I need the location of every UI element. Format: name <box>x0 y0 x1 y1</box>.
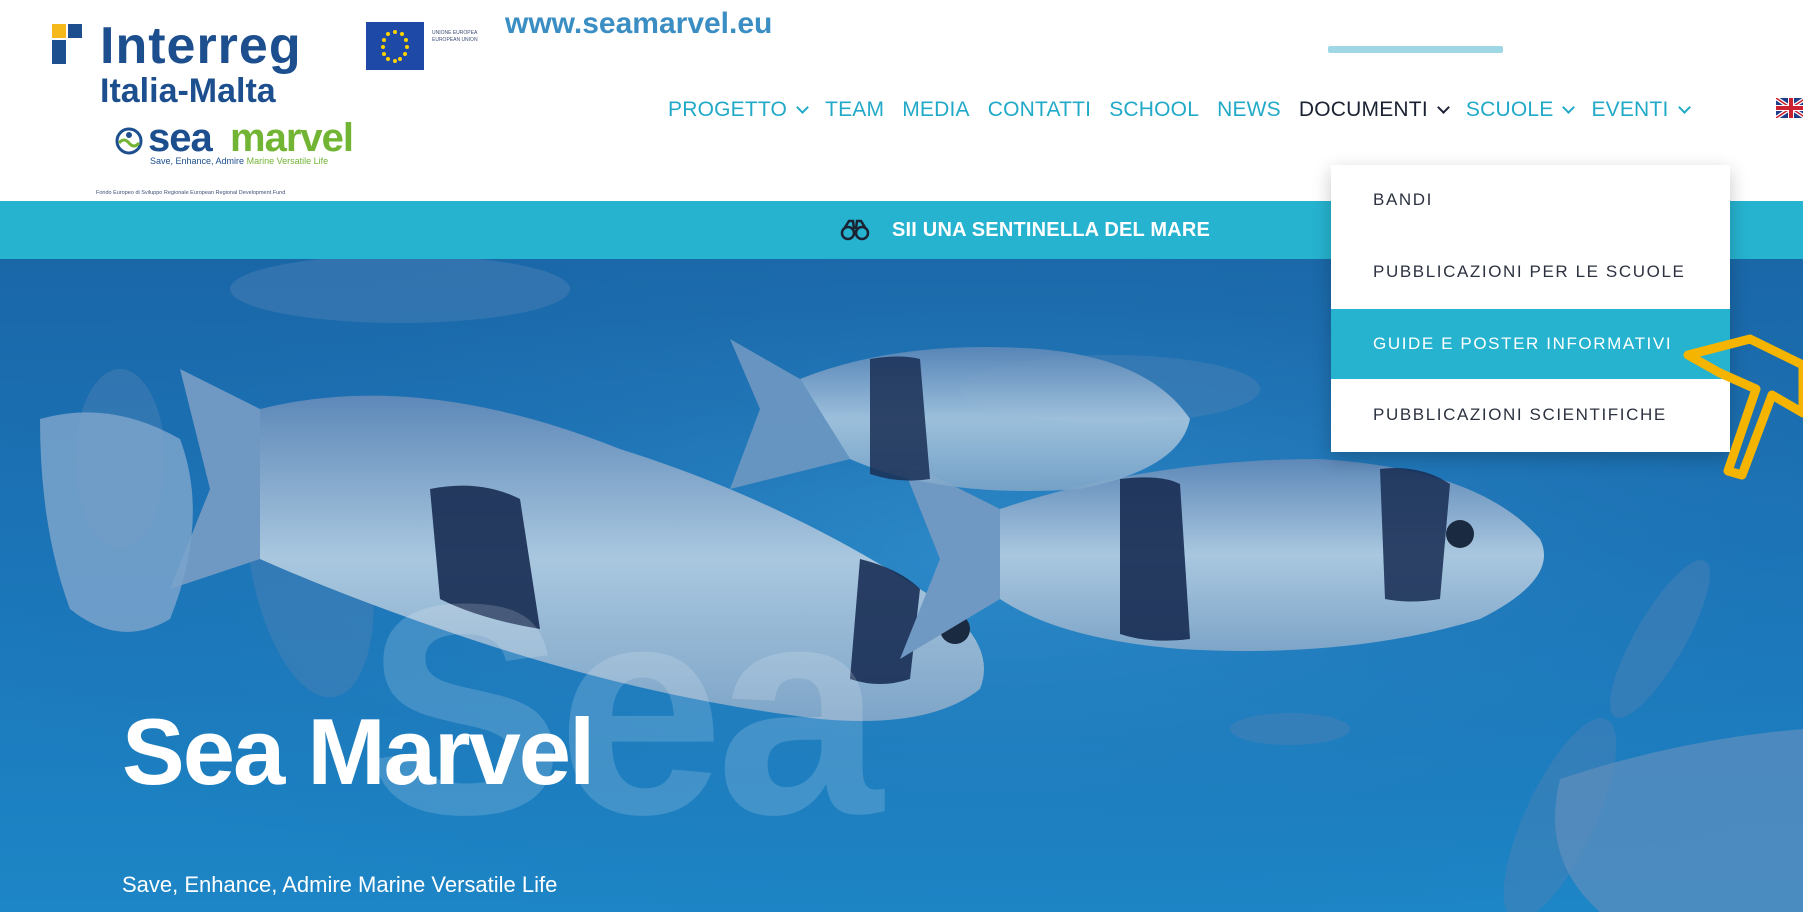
logo-program-name: Interreg <box>100 17 302 75</box>
nav-item-label: MEDIA <box>902 98 970 121</box>
hero-subtitle: Save, Enhance, Admire Marine Versatile L… <box>122 872 558 897</box>
site-logo[interactable]: Interreg Unione Europea European Union I… <box>48 14 478 204</box>
chevron-down-icon <box>1562 101 1576 114</box>
nav-item-team[interactable]: TEAM <box>825 98 884 122</box>
nav-item-label: CONTATTI <box>987 98 1092 121</box>
sea-marvel-logo: sea marvel Save, Enhance, Admire Marine … <box>114 114 414 168</box>
annotation-arrow-icon <box>1683 334 1803 480</box>
brand-marvel: marvel <box>230 116 354 160</box>
logo-region-name: Italia-Malta <box>100 72 276 110</box>
nav-item-eventi[interactable]: EVENTI <box>1591 98 1691 122</box>
nav-item-news[interactable]: NEWS <box>1217 98 1281 122</box>
nav-item-media[interactable]: MEDIA <box>902 98 970 122</box>
nav-item-label: TEAM <box>825 98 885 121</box>
eu-caption: Unione Europea European Union <box>432 30 478 43</box>
top-accent-bar <box>1328 46 1503 53</box>
main-navigation: PROGETTO TEAM MEDIA CONTATTI SCHOOL NEWS… <box>668 90 1707 130</box>
dropdown-item-label: PUBBLICAZIONI SCIENTIFICHE <box>1373 405 1667 424</box>
nav-item-school[interactable]: SCHOOL <box>1109 98 1199 122</box>
page: Interreg Unione Europea European Union I… <box>0 0 1803 912</box>
fund-caption: Fondo Europeo di Sviluppo Regionale Euro… <box>96 190 286 196</box>
banner-text: SII UNA SENTINELLA DEL MARE <box>892 218 1211 241</box>
hero-title: Sea Marvel <box>122 699 595 804</box>
dropdown-item-pubblicazioni-scuole[interactable]: PUBBLICAZIONI PER LE SCUOLE <box>1331 237 1730 307</box>
brand-sea: sea <box>148 116 213 160</box>
nav-item-documenti[interactable]: DOCUMENTI <box>1298 98 1450 122</box>
dropdown-item-label: PUBBLICAZIONI PER LE SCUOLE <box>1373 262 1686 281</box>
logo-tagline-a: Save, Enhance, Admire <box>150 156 245 166</box>
nav-item-label: DOCUMENTI <box>1298 98 1428 121</box>
uk-flag-icon[interactable] <box>1776 98 1803 118</box>
nav-item-scuole[interactable]: SCUOLE <box>1465 98 1576 122</box>
banner-content: SII UNA SENTINELLA DEL MARE <box>840 201 1210 259</box>
chevron-down-icon <box>1437 101 1450 114</box>
nav-item-progetto[interactable]: PROGETTO <box>668 98 809 122</box>
logo-tagline: Save, Enhance, Admire Marine Versatile L… <box>150 156 328 166</box>
dropdown-item-bandi[interactable]: BANDI <box>1331 165 1730 235</box>
dropdown-item-label: BANDI <box>1373 190 1433 209</box>
nav-item-contatti[interactable]: CONTATTI <box>988 98 1091 122</box>
nav-item-label: SCHOOL <box>1109 98 1200 121</box>
nav-item-label: PROGETTO <box>668 98 788 121</box>
dropdown-item-label: GUIDE E POSTER INFORMATIVI <box>1373 334 1673 353</box>
chevron-down-icon <box>1677 101 1691 114</box>
nav-item-label: NEWS <box>1217 98 1281 121</box>
site-url[interactable]: www.seamarvel.eu <box>505 6 772 42</box>
documenti-dropdown-menu: BANDI PUBBLICAZIONI PER LE SCUOLE GUIDE … <box>1331 165 1730 452</box>
logo-tagline-b: Marine Versatile Life <box>246 156 329 166</box>
dropdown-item-guide-poster[interactable]: GUIDE E POSTER INFORMATIVI <box>1331 309 1730 379</box>
nav-item-label: EVENTI <box>1591 98 1669 121</box>
eu-flag-icon <box>366 22 424 70</box>
dropdown-item-pubblicazioni-scientifiche[interactable]: PUBBLICAZIONI SCIENTIFICHE <box>1331 380 1730 450</box>
nav-item-label: SCUOLE <box>1465 98 1554 121</box>
interreg-mark-icon <box>52 24 88 64</box>
binoculars-icon <box>840 219 870 241</box>
chevron-down-icon <box>796 101 809 114</box>
sea-marvel-logo-icon <box>115 127 143 155</box>
